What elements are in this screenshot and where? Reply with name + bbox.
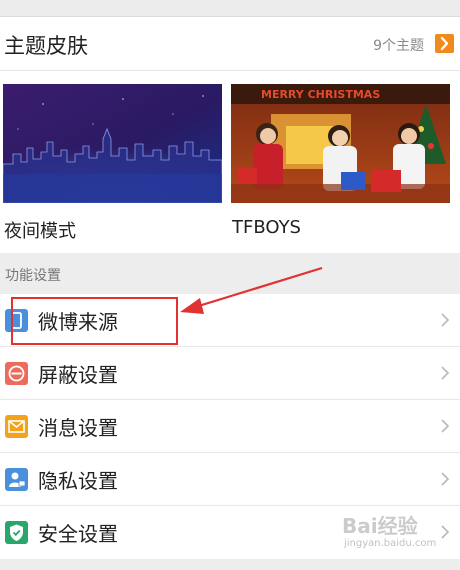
setting-row-privacy[interactable]: 隐私设置 <box>0 453 460 506</box>
xmas-banner-text: MERRY CHRISTMAS <box>261 88 380 101</box>
chevron-right-icon <box>440 471 450 487</box>
theme-title: 主题皮肤 <box>4 34 88 58</box>
block-icon <box>5 362 28 385</box>
top-strip <box>0 0 460 17</box>
watermark-url: jingyan.baidu.com <box>344 538 437 549</box>
setting-label: 隐私设置 <box>38 469 118 493</box>
bottom-strip <box>0 559 460 570</box>
night-mode-thumbnail[interactable] <box>3 84 222 203</box>
night-mode-label: 夜间模式 <box>4 221 76 242</box>
chevron-right-icon <box>440 312 450 328</box>
theme-card: 主题皮肤 9个主题 MERRY CHRISTMAS 夜间模式 TFBOYS <box>0 17 460 253</box>
theme-count: 9个主题 <box>373 38 424 54</box>
setting-label: 安全设置 <box>38 522 118 546</box>
annotation-highlight-box <box>11 297 178 345</box>
setting-row-message[interactable]: 消息设置 <box>0 400 460 453</box>
setting-row-block[interactable]: 屏蔽设置 <box>0 347 460 400</box>
shield-icon <box>5 521 28 544</box>
chevron-right-icon <box>440 365 450 381</box>
mail-icon <box>5 415 28 438</box>
watermark-brand: Bai经验 <box>342 514 418 538</box>
setting-label: 屏蔽设置 <box>38 363 118 387</box>
section-label: 功能设置 <box>5 268 61 284</box>
chevron-right-icon <box>440 418 450 434</box>
user-lock-icon <box>5 468 28 491</box>
tfboys-label: TFBOYS <box>232 217 301 238</box>
annotation-arrow <box>180 266 323 314</box>
watermark: Bai经验 jingyan.baidu.com <box>342 510 452 560</box>
theme-header[interactable]: 主题皮肤 9个主题 <box>0 17 460 71</box>
chevron-right-icon[interactable] <box>435 34 454 53</box>
tfboys-thumbnail[interactable]: MERRY CHRISTMAS <box>231 84 450 203</box>
setting-label: 消息设置 <box>38 416 118 440</box>
